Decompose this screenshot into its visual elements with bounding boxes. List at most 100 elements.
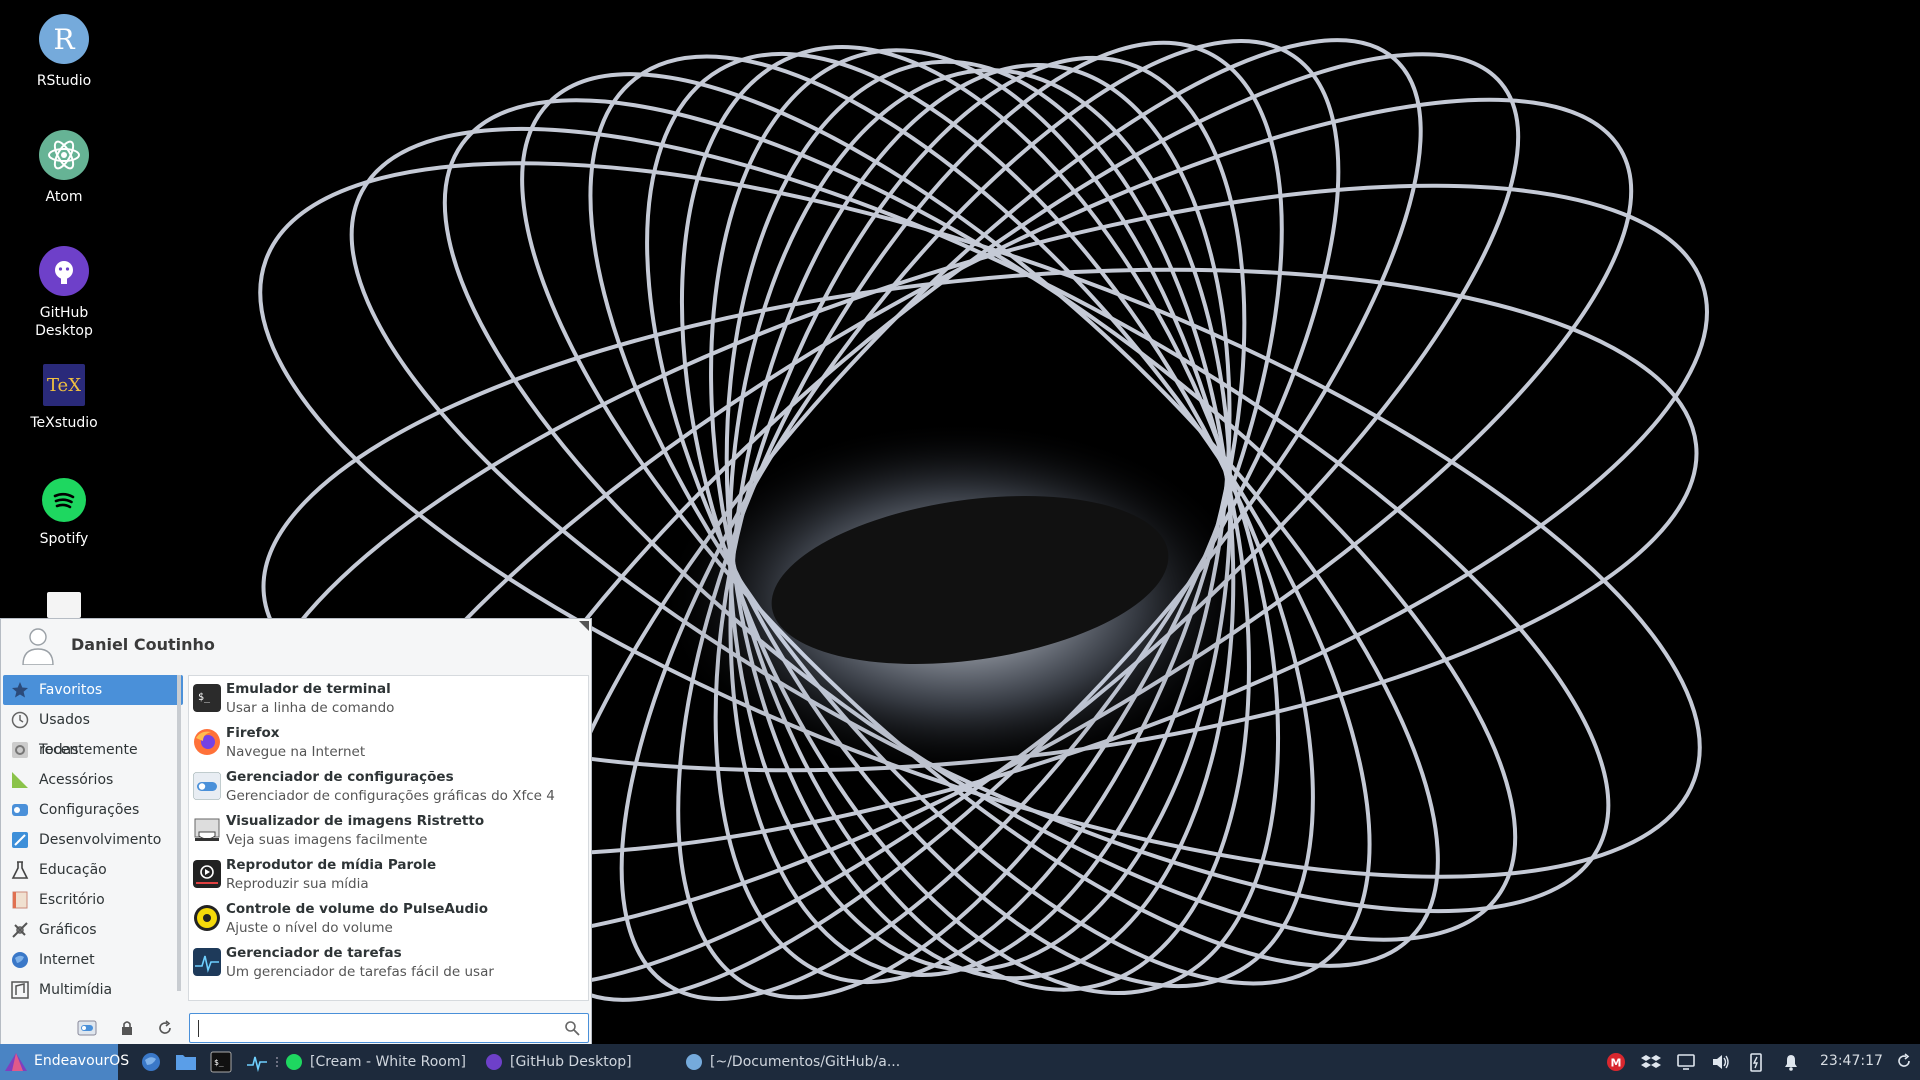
multimedia-icon: [11, 981, 29, 999]
category-label: Acessórios: [39, 772, 114, 788]
lock-screen-button[interactable]: [117, 1019, 137, 1037]
desktop-icon-document[interactable]: [12, 592, 116, 618]
desktop-icon-label: TeXstudio: [30, 415, 98, 431]
office-icon: [12, 891, 28, 909]
category-label: Desenvolvimento: [39, 832, 162, 848]
search-input[interactable]: [189, 1013, 589, 1043]
settings-button[interactable]: [77, 1019, 97, 1037]
category-label: Favoritos: [39, 682, 103, 698]
app-item-task-manager[interactable]: Gerenciador de tarefas Um gerenciador de…: [189, 940, 588, 984]
terminal-icon: $_: [193, 684, 221, 712]
desktop-icon-label: RStudio: [36, 73, 92, 89]
category-label: Multimídia: [39, 982, 113, 998]
power-tray-icon[interactable]: [1894, 1052, 1914, 1072]
category-desenvolvimento[interactable]: Desenvolvimento: [3, 825, 183, 855]
document-icon: [47, 592, 81, 618]
desktop-icon-label: Spotify: [39, 531, 89, 547]
spotify-icon: [42, 478, 86, 522]
notification-bell-icon[interactable]: [1781, 1052, 1801, 1072]
taskbar: EndeavourOS $_ [Cream - White Room] [Git…: [0, 1044, 1920, 1080]
app-list: $_ Emulador de terminal Usar a linha de …: [188, 675, 589, 1001]
svg-text:$_: $_: [198, 692, 211, 703]
volume-tray-icon[interactable]: [1711, 1052, 1731, 1072]
texstudio-icon: TeX: [43, 364, 85, 406]
firefox-icon: [194, 729, 220, 755]
app-item-ristretto[interactable]: Visualizador de imagens Ristretto Veja s…: [189, 808, 588, 852]
category-label: Escritório: [39, 892, 105, 908]
category-label: Educação: [39, 862, 107, 878]
category-multimidia[interactable]: Multimídia: [3, 975, 183, 1005]
app-item-settings-manager[interactable]: Gerenciador de configurações Gerenciador…: [189, 764, 588, 808]
endeavouros-logo-icon: [5, 1053, 27, 1071]
category-escritorio[interactable]: Escritório: [3, 885, 183, 915]
category-internet[interactable]: Internet: [3, 945, 183, 975]
atom-icon: [39, 130, 89, 180]
task-label: [~/Documentos/GitHub/a...: [710, 1054, 901, 1070]
app-title: Visualizador de imagens Ristretto: [226, 813, 485, 829]
desktop-icon-spotify[interactable]: Spotify: [12, 478, 116, 548]
svg-text:M: M: [1611, 1057, 1622, 1070]
task-rstudio[interactable]: [~/Documentos/GitHub/a...: [686, 1044, 900, 1080]
category-list: Favoritos Usados recentemente Todas Aces…: [3, 675, 183, 1001]
desktop-icon-github-desktop[interactable]: GitHub Desktop: [12, 246, 116, 340]
resize-handle-icon[interactable]: [579, 621, 589, 631]
start-menu-button[interactable]: EndeavourOS: [0, 1044, 129, 1080]
app-item-terminal[interactable]: $_ Emulador de terminal Usar a linha de …: [189, 676, 588, 720]
category-graficos[interactable]: Gráficos: [3, 915, 183, 945]
app-description: Ajuste o nível do volume: [226, 920, 393, 936]
accessories-icon: [12, 772, 28, 788]
star-icon: [12, 682, 28, 698]
category-favoritos[interactable]: Favoritos: [3, 675, 183, 705]
desktop-icon-texstudio[interactable]: TeX TeXstudio: [12, 364, 116, 432]
task-label: [Cream - White Room]: [310, 1054, 466, 1070]
app-item-parole[interactable]: Reprodutor de mídia Parole Reproduzir su…: [189, 852, 588, 896]
switch-user-button[interactable]: [155, 1019, 175, 1037]
task-manager-launcher-icon[interactable]: [246, 1051, 268, 1073]
app-title: Controle de volume do PulseAudio: [226, 901, 489, 917]
application-menu: Daniel Coutinho Favoritos Usados recente…: [0, 618, 592, 1046]
category-todas[interactable]: Todas: [3, 735, 183, 765]
menu-user-header: Daniel Coutinho: [1, 619, 591, 671]
category-label: Configurações: [39, 802, 140, 818]
file-manager-launcher-icon[interactable]: [175, 1051, 197, 1073]
app-title: Firefox: [226, 725, 280, 741]
task-label: [GitHub Desktop]: [510, 1054, 632, 1070]
app-description: Reproduzir sua mídia: [226, 876, 369, 892]
user-name: Daniel Coutinho: [71, 635, 215, 654]
svg-text:$_: $_: [214, 1058, 224, 1067]
graphics-icon: [12, 922, 28, 938]
search-icon: [565, 1021, 580, 1036]
app-description: Um gerenciador de tarefas fácil de usar: [226, 964, 494, 980]
terminal-launcher-icon[interactable]: $_: [210, 1051, 232, 1073]
desktop-icon-atom[interactable]: Atom: [12, 130, 116, 206]
settings-manager-icon: [193, 772, 221, 800]
development-icon: [12, 832, 28, 848]
desktop-icon-label: Atom: [45, 189, 83, 205]
clock[interactable]: 23:47:17: [1820, 1053, 1883, 1069]
mega-tray-icon[interactable]: M: [1606, 1052, 1626, 1072]
user-avatar-icon: [22, 628, 54, 665]
app-item-pulseaudio[interactable]: Controle de volume do PulseAudio Ajuste …: [189, 896, 588, 940]
app-title: Gerenciador de tarefas: [226, 945, 402, 961]
category-configuracoes[interactable]: Configurações: [3, 795, 183, 825]
text-cursor: [198, 1020, 199, 1037]
display-tray-icon[interactable]: [1676, 1052, 1696, 1072]
rstudio-icon: [686, 1054, 702, 1070]
image-viewer-icon: [194, 818, 220, 841]
task-manager-icon: [193, 948, 221, 976]
desktop-icon-rstudio[interactable]: R RStudio: [12, 14, 116, 90]
category-scrollbar[interactable]: [177, 675, 181, 991]
category-acessorios[interactable]: Acessórios: [3, 765, 183, 795]
dropbox-tray-icon[interactable]: [1641, 1052, 1661, 1072]
panel-separator-icon: [276, 1057, 278, 1067]
task-github-desktop[interactable]: [GitHub Desktop]: [486, 1044, 666, 1080]
category-recent[interactable]: Usados recentemente: [3, 705, 183, 758]
gear-icon: [12, 742, 28, 758]
app-item-firefox[interactable]: Firefox Navegue na Internet: [189, 720, 588, 764]
app-title: Emulador de terminal: [226, 681, 391, 697]
task-spotify[interactable]: [Cream - White Room]: [286, 1044, 466, 1080]
browser-launcher-icon[interactable]: [140, 1051, 162, 1073]
category-educacao[interactable]: Educação: [3, 855, 183, 885]
battery-tray-icon[interactable]: [1746, 1052, 1766, 1072]
category-label: Gráficos: [39, 922, 97, 938]
